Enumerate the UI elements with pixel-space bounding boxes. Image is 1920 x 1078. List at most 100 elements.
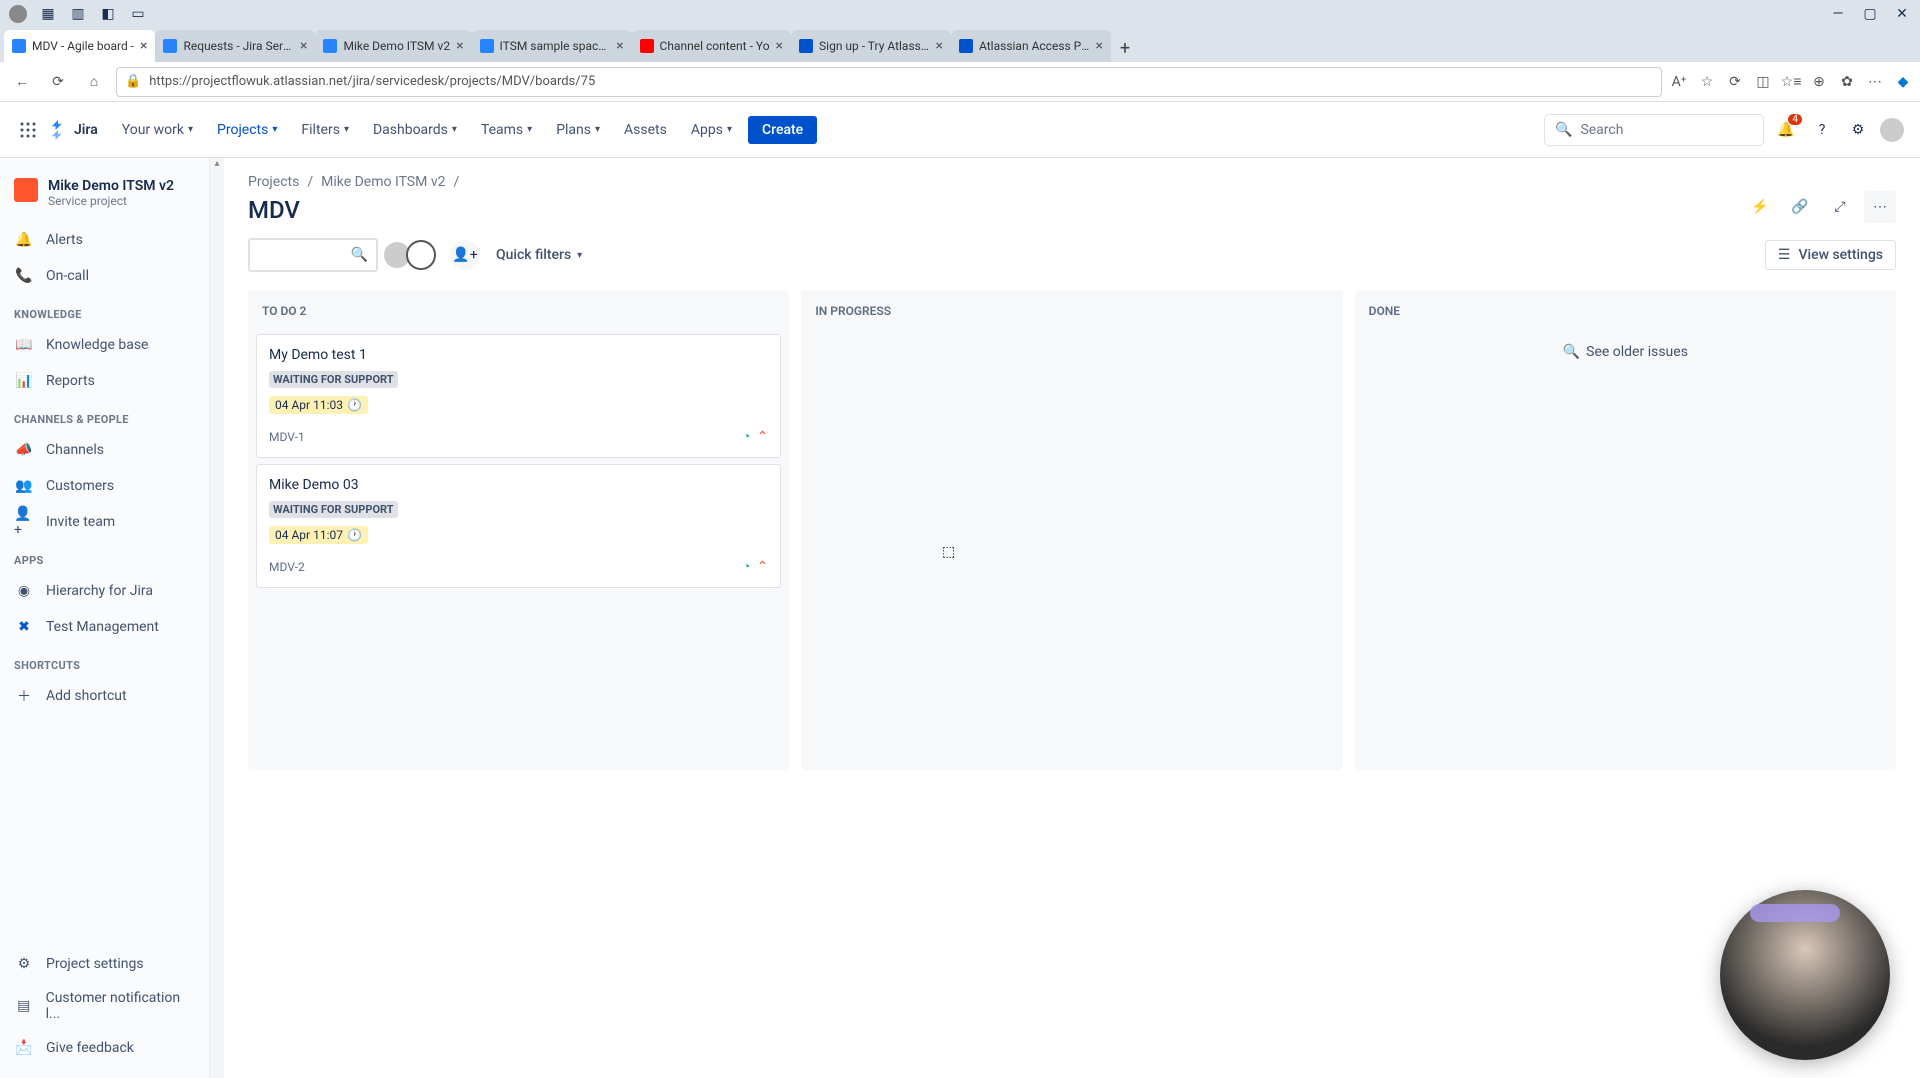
sidebar-item-reports[interactable]: 📊 Reports (0, 363, 209, 399)
extensions-icon[interactable]: ✿ (1838, 73, 1856, 91)
column-todo[interactable]: TO DO 2 My Demo test 1 WAITING FOR SUPPO… (248, 290, 789, 770)
automation-button[interactable]: ⚡ (1744, 191, 1776, 223)
see-older-link[interactable]: 🔍 See older issues (1355, 328, 1896, 376)
more-icon: ⋯ (1873, 199, 1887, 215)
create-button[interactable]: Create (748, 116, 817, 144)
view-settings-button[interactable]: ☰ View settings (1765, 240, 1896, 270)
add-people-button[interactable]: 👤+ (450, 240, 480, 270)
issue-card[interactable]: Mike Demo 03 WAITING FOR SUPPORT 04 Apr … (256, 464, 781, 588)
close-tab-icon[interactable]: × (616, 38, 623, 54)
book-icon: 📖 (14, 335, 34, 355)
sidebar-group-knowledge: KNOWLEDGE (0, 294, 209, 327)
sidebar-item-label: Alerts (46, 232, 83, 248)
back-button[interactable]: ← (8, 68, 36, 96)
close-window-icon[interactable]: ✕ (1888, 2, 1916, 26)
nav-teams[interactable]: Teams▾ (473, 116, 540, 144)
browser-tab[interactable]: Channel content - Yo × (632, 30, 791, 62)
tab-actions-icon[interactable]: ▦ (34, 2, 62, 26)
close-tab-icon[interactable]: × (300, 38, 307, 54)
favicon-jira-icon (163, 39, 177, 53)
tab-title: Channel content - Yo (660, 39, 770, 53)
test-icon: ✖ (14, 617, 34, 637)
sidebar-item-hierarchy[interactable]: ◉ Hierarchy for Jira (0, 573, 209, 609)
clock-icon: 🕐 (347, 398, 362, 412)
tab-actions-icon-4[interactable]: ▭ (124, 2, 152, 26)
more-button[interactable]: ⋯ (1864, 191, 1896, 223)
browser-tab[interactable]: Atlassian Access Prici × (951, 30, 1111, 62)
sidebar-scrollbar[interactable]: ▴ (210, 158, 224, 1078)
copilot-icon[interactable]: ◆ (1894, 73, 1912, 91)
nav-apps[interactable]: Apps▾ (683, 116, 740, 144)
issue-key[interactable]: MDV-1 (269, 430, 305, 444)
maximize-icon[interactable]: ▢ (1856, 2, 1884, 26)
refresh-button[interactable]: ⟳ (44, 68, 72, 96)
due-badge: 04 Apr 11:07 🕐 (269, 526, 368, 544)
favorite-icon[interactable]: ☆ (1698, 73, 1716, 91)
column-inprogress[interactable]: IN PROGRESS (801, 290, 1342, 770)
column-done[interactable]: DONE 🔍 See older issues (1355, 290, 1896, 770)
priority-icon: ⌃ (757, 559, 769, 575)
address-bar[interactable]: 🔒 https://projectflowuk.atlassian.net/ji… (116, 67, 1662, 97)
split-icon[interactable]: ◫ (1754, 73, 1772, 91)
project-header[interactable]: Mike Demo ITSM v2 Service project (0, 170, 209, 222)
nav-assets[interactable]: Assets (616, 116, 675, 144)
sidebar-item-channels[interactable]: 📣 Channels (0, 432, 209, 468)
close-tab-icon[interactable]: × (776, 38, 783, 54)
minimize-icon[interactable]: — (1824, 2, 1852, 26)
nav-filters[interactable]: Filters▾ (293, 116, 357, 144)
new-tab-button[interactable]: + (1111, 34, 1139, 62)
quick-filters-dropdown[interactable]: Quick filters ▾ (490, 247, 588, 263)
breadcrumb-project[interactable]: Mike Demo ITSM v2 (321, 174, 445, 190)
fullscreen-button[interactable]: ⤢ (1824, 191, 1856, 223)
profile-icon[interactable] (4, 2, 32, 26)
close-tab-icon[interactable]: × (140, 38, 147, 54)
nav-projects[interactable]: Projects▾ (209, 116, 285, 144)
sidebar-item-project-settings[interactable]: ⚙ Project settings (0, 946, 209, 982)
nav-dashboards[interactable]: Dashboards▾ (365, 116, 465, 144)
sidebar-item-addshortcut[interactable]: ＋ Add shortcut (0, 678, 209, 714)
sidebar-item-kb[interactable]: 📖 Knowledge base (0, 327, 209, 363)
browser-tab[interactable]: Requests - Jira Servic × (155, 30, 315, 62)
close-tab-icon[interactable]: × (936, 38, 943, 54)
tab-actions-icon-3[interactable]: ◧ (94, 2, 122, 26)
nav-plans[interactable]: Plans▾ (548, 116, 608, 144)
sync-icon[interactable]: ⟳ (1726, 73, 1744, 91)
help-button[interactable]: ? (1808, 116, 1836, 144)
assignee-filter[interactable] (388, 240, 436, 270)
breadcrumb-projects[interactable]: Projects (248, 174, 299, 190)
close-tab-icon[interactable]: × (456, 38, 463, 54)
collections-icon[interactable]: ⊕ (1810, 73, 1828, 91)
share-button[interactable]: 🔗 (1784, 191, 1816, 223)
sidebar-item-feedback[interactable]: 📩 Give feedback (0, 1030, 209, 1066)
favorites-bar-icon[interactable]: ☆≡ (1782, 73, 1800, 91)
browser-tab[interactable]: Sign up - Try Atlassian × (791, 30, 951, 62)
browser-tab[interactable]: MDV - Agile board - × (4, 30, 155, 62)
board-search-input[interactable]: 🔍 (248, 238, 378, 272)
lock-icon: 🔒 (125, 74, 141, 89)
browser-tab[interactable]: Mike Demo ITSM v2 × (315, 30, 471, 62)
jira-logo[interactable]: Jira (48, 120, 98, 140)
sidebar-item-customers[interactable]: 👥 Customers (0, 468, 209, 504)
menu-icon[interactable]: ⋯ (1866, 73, 1884, 91)
sidebar-item-customer-notif[interactable]: ▤ Customer notification l... (0, 982, 209, 1030)
home-button[interactable]: ⌂ (80, 68, 108, 96)
profile-avatar[interactable] (1880, 118, 1904, 142)
sidebar-item-oncall[interactable]: 📞 On-call (0, 258, 209, 294)
close-tab-icon[interactable]: × (1096, 38, 1103, 54)
read-aloud-icon[interactable]: A⁺ (1670, 73, 1688, 91)
tab-actions-icon-2[interactable]: ▥ (64, 2, 92, 26)
issue-key[interactable]: MDV-2 (269, 560, 305, 574)
app-switcher-icon[interactable] (16, 118, 40, 142)
global-search[interactable]: 🔍 Search (1544, 114, 1764, 146)
browser-tab[interactable]: ITSM sample space - × (472, 30, 632, 62)
sidebar-item-invite[interactable]: 👤+ Invite team (0, 504, 209, 540)
sidebar-item-testmgmt[interactable]: ✖ Test Management (0, 609, 209, 645)
favicon-atlassian-icon (799, 39, 813, 53)
avatar-unassigned[interactable] (406, 240, 436, 270)
sidebar-item-label: Knowledge base (46, 337, 148, 353)
notifications-button[interactable]: 🔔 4 (1772, 116, 1800, 144)
nav-your-work[interactable]: Your work▾ (114, 116, 201, 144)
settings-button[interactable]: ⚙ (1844, 116, 1872, 144)
sidebar-item-alerts[interactable]: 🔔 Alerts (0, 222, 209, 258)
issue-card[interactable]: My Demo test 1 WAITING FOR SUPPORT 04 Ap… (256, 334, 781, 458)
